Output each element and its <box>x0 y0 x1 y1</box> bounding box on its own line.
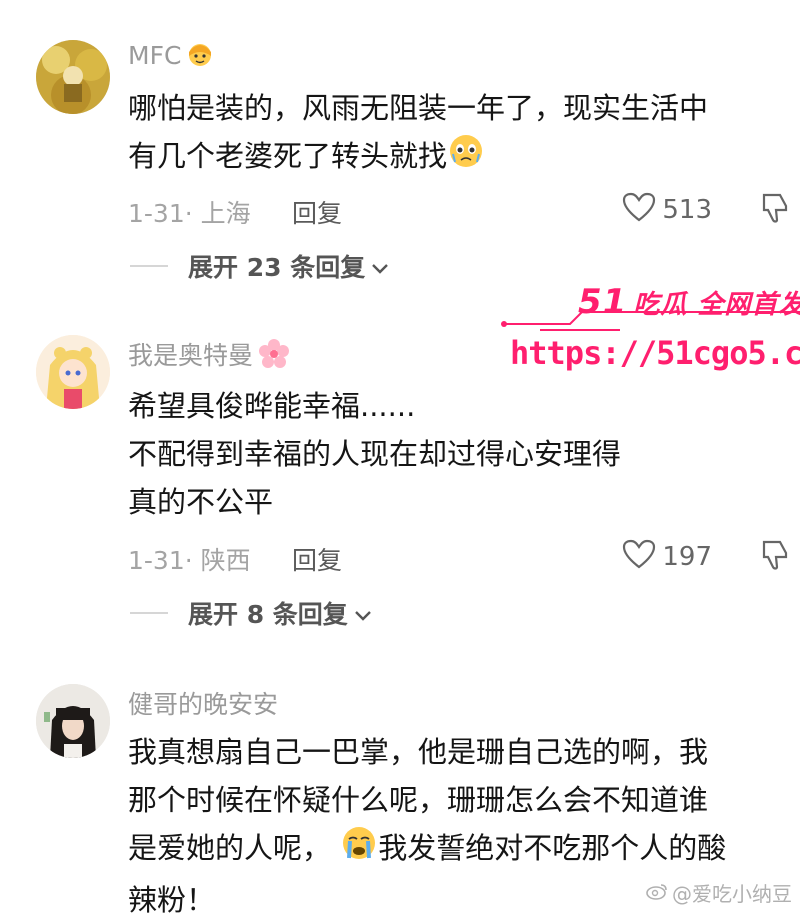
heart-icon <box>622 539 656 575</box>
comment-time-location: 1-31· 上海 <box>128 199 251 228</box>
avatar[interactable] <box>36 684 110 758</box>
dislike-icon[interactable] <box>760 192 790 230</box>
avatar[interactable] <box>36 40 110 114</box>
username[interactable]: MFC <box>128 40 215 70</box>
like-button[interactable]: 513 <box>622 190 712 230</box>
comment-line: 真的不公平 <box>128 485 274 519</box>
watermark-url: https://51cgo5.com <box>510 334 800 372</box>
comment-line: 有几个老婆死了转头就找 <box>128 139 448 173</box>
watermark-title: 51 吃瓜 全网首发 <box>578 282 800 322</box>
like-count: 197 <box>662 542 712 572</box>
expand-replies-button[interactable]: 展开 8 条回复 <box>130 595 372 631</box>
divider <box>130 265 168 267</box>
comment-line: 我真想扇自己一巴掌，他是珊自己选的啊，我 <box>128 735 709 769</box>
expand-replies-label: 展开 8 条回复 <box>188 600 348 629</box>
comment-time-location: 1-31· 陕西 <box>128 546 251 575</box>
avatar[interactable] <box>36 335 110 409</box>
weibo-icon <box>646 881 668 905</box>
expand-replies-button[interactable]: 展开 23 条回复 <box>130 248 389 284</box>
chevron-down-icon <box>371 252 389 281</box>
username[interactable]: 我是奥特曼 <box>128 336 291 372</box>
comment-line: 不配得到幸福的人现在却过得心安理得 <box>128 437 622 471</box>
like-count: 513 <box>662 195 712 225</box>
pleading-face-icon <box>447 132 485 184</box>
expand-replies-label: 展开 23 条回复 <box>188 253 366 282</box>
dislike-icon[interactable] <box>760 539 790 577</box>
comment-line: 哪怕是装的，风雨无阻装一年了，现实生活中 <box>128 91 709 125</box>
heart-icon <box>622 192 656 228</box>
chevron-down-icon <box>354 599 372 628</box>
reply-button[interactable]: 回复 <box>292 541 342 577</box>
comment-text: 希望具俊晔能幸福...... 不配得到幸福的人现在却过得心安理得 真的不公平 <box>128 382 778 526</box>
crying-face-icon <box>340 824 378 876</box>
comment-line: 我发誓绝对不吃那个人的酸 <box>378 831 727 865</box>
watermark-brand: 51吃瓜 全网首发 https://51cgo5.com <box>500 272 800 372</box>
divider <box>130 612 168 614</box>
comment-text: 哪怕是装的，风雨无阻装一年了，现实生活中 有几个老婆死了转头就找 <box>128 84 778 184</box>
reply-button[interactable]: 回复 <box>292 194 342 230</box>
like-button[interactable]: 197 <box>622 537 712 577</box>
comment-meta: 1-31· 陕西 回复 197 <box>128 537 790 577</box>
watermark-footer: @爱吃小纳豆 <box>646 878 792 907</box>
comment-line: 那个时候在怀疑什么呢，珊珊怎么会不知道谁 <box>128 783 709 817</box>
person-icon <box>185 41 215 70</box>
username[interactable]: 健哥的晚安安 <box>128 685 278 721</box>
comment-line: 希望具俊晔能幸福...... <box>128 389 416 423</box>
cherry-blossom-icon <box>257 339 291 370</box>
comment-meta: 1-31· 上海 回复 513 <box>128 190 790 230</box>
comment-line: 是爱她的人呢， <box>128 831 332 865</box>
watermark-handle: @爱吃小纳豆 <box>672 882 792 906</box>
